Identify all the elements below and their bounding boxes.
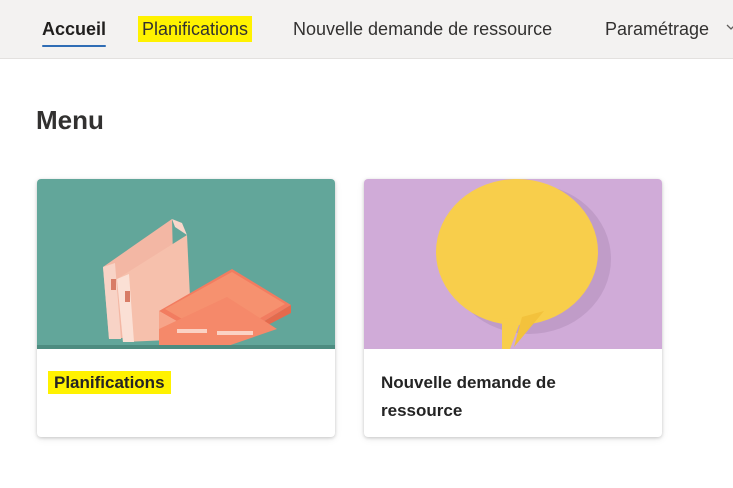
nav-tab-nouvelle-demande[interactable]: Nouvelle demande de ressource [293, 16, 552, 42]
card-nouvelle-demande[interactable]: Nouvelle demande de ressource [364, 179, 662, 437]
card-planifications-label: Planifications [48, 369, 314, 397]
chevron-down-icon[interactable] [726, 22, 733, 32]
nav-tab-accueil-label: Accueil [42, 19, 107, 39]
card-nouvelle-demande-label: Nouvelle demande de ressource [381, 373, 556, 420]
nav-tab-parametrage[interactable]: Paramétrage [605, 16, 709, 42]
speech-bubble-illustration [364, 179, 662, 349]
top-navigation: Accueil Planifications Nouvelle demande … [0, 0, 733, 59]
binders-illustration [37, 179, 335, 349]
active-tab-indicator [42, 45, 107, 47]
nav-tab-parametrage-label: Paramétrage [605, 19, 710, 39]
nav-tab-nouvelle-demande-label: Nouvelle demande de ressource [293, 19, 553, 39]
nav-tab-planifications-label: Planifications [142, 19, 249, 39]
nav-tab-planifications[interactable]: Planifications [138, 16, 253, 42]
nav-tab-accueil[interactable]: Accueil [42, 16, 107, 47]
page-title: Menu [36, 105, 104, 135]
card-planifications[interactable]: Planifications [37, 179, 335, 437]
